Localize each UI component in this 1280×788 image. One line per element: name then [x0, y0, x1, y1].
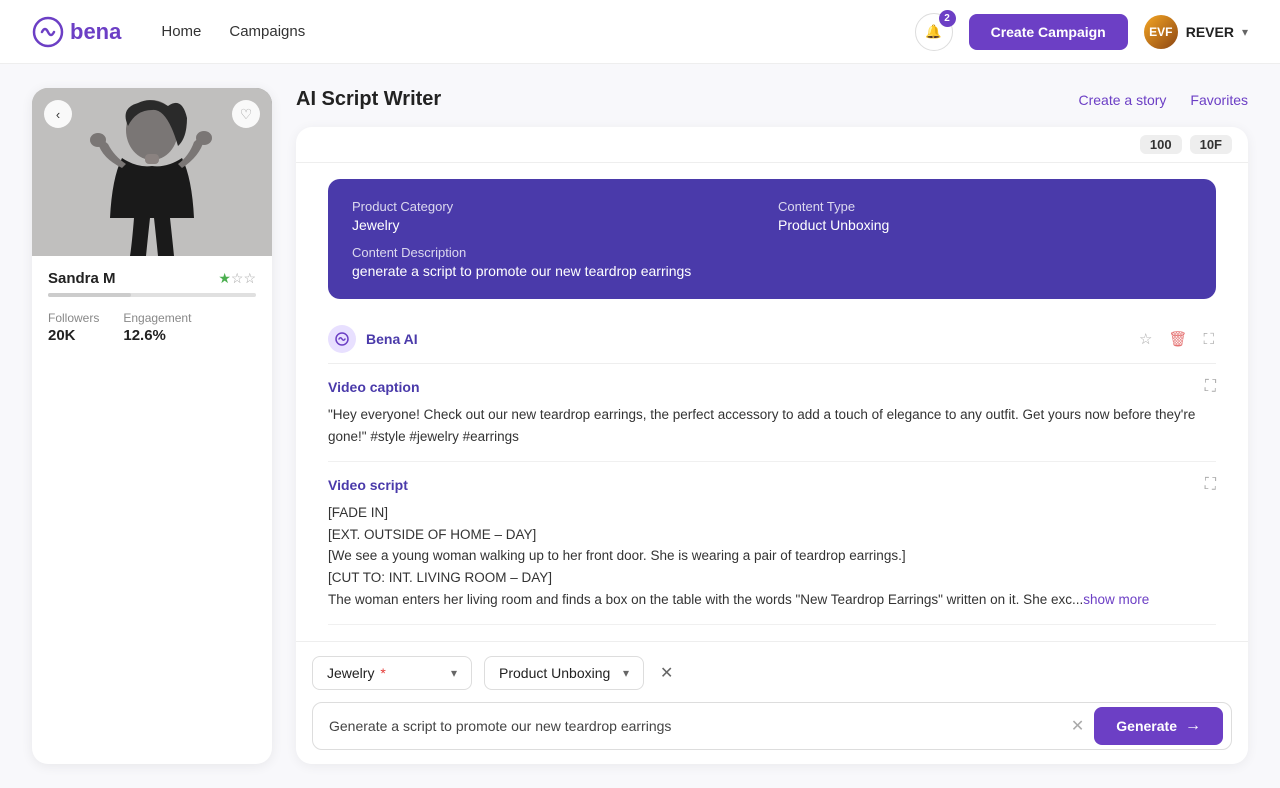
video-script-title: Video script: [328, 477, 408, 493]
delete-action-button[interactable]: 🗑: [1166, 328, 1189, 350]
content-type-dropdown-label: Product Unboxing: [499, 665, 610, 681]
content-type-dropdown[interactable]: Product Unboxing ▾: [484, 656, 644, 690]
nav-home[interactable]: Home: [161, 23, 201, 40]
show-more-link[interactable]: show more: [1083, 592, 1149, 607]
navbar: bena Home Campaigns 🔔 2 Create Campaign …: [0, 0, 1280, 64]
category-dropdown-label: Jewelry *: [327, 665, 386, 681]
followers-value: 20K: [48, 327, 99, 344]
right-panel: AI Script Writer Create a story Favorite…: [296, 88, 1248, 764]
engagement-stat: Engagement 12.6%: [123, 311, 191, 344]
stats-row: Followers 20K Engagement 12.6%: [48, 311, 256, 344]
content-type-label: Content Type: [778, 199, 1192, 214]
required-indicator: *: [376, 665, 385, 681]
ai-icon: [328, 325, 356, 353]
notification-badge: 2: [939, 10, 956, 27]
bell-icon: 🔔: [925, 24, 942, 40]
engagement-value: 12.6%: [123, 327, 191, 344]
ai-message-header: Bena AI ☆ 🗑 ⛶: [328, 315, 1216, 364]
chevron-down-icon: ▾: [1242, 25, 1248, 39]
nav-left: bena Home Campaigns: [32, 16, 305, 48]
user-menu[interactable]: EVF REVER ▾: [1144, 15, 1248, 49]
engagement-label: Engagement: [123, 311, 191, 325]
product-category-value: Jewelry: [352, 217, 766, 233]
nav-campaigns[interactable]: Campaigns: [229, 23, 305, 40]
ai-actions: ☆ 🗑 ⛶: [1137, 328, 1216, 350]
favorite-button[interactable]: ♡: [232, 100, 260, 128]
main-layout: ‹ ♡ Sandra M ★☆☆ Followers 20K Engagemen…: [0, 64, 1280, 788]
expand-action-button[interactable]: ⛶: [1201, 328, 1216, 350]
prompt-input-row: ✕ Generate →: [312, 702, 1232, 750]
script-writer-title: AI Script Writer: [296, 88, 441, 111]
info-grid: Product Category Jewelry Content Type Pr…: [352, 199, 1192, 233]
content-description-value: generate a script to promote our new tea…: [352, 263, 1192, 279]
ai-name-row: Bena AI: [328, 325, 418, 353]
content-type-chevron-icon: ▾: [623, 666, 629, 680]
generate-label: Generate: [1116, 718, 1177, 734]
nav-links: Home Campaigns: [161, 23, 305, 40]
progress-fill: [48, 293, 131, 297]
ai-message: Bena AI ☆ 🗑 ⛶ Video caption ⛶: [328, 315, 1216, 625]
profile-info: Sandra M ★☆☆ Followers 20K Engagement 12…: [32, 256, 272, 358]
profile-stars: ★☆☆: [218, 270, 256, 287]
product-category-label: Product Category: [352, 199, 766, 214]
count-badge-2: 10F: [1190, 135, 1232, 154]
video-script-section: Video script ⛶ [FADE IN] [EXT. OUTSIDE O…: [328, 462, 1216, 625]
user-name: REVER: [1186, 24, 1234, 40]
copy-script-button[interactable]: ⛶: [1205, 476, 1216, 494]
content-description-item: Content Description generate a script to…: [352, 245, 1192, 279]
scroll-area[interactable]: Product Category Jewelry Content Type Pr…: [296, 163, 1248, 641]
profile-name: Sandra M: [48, 270, 116, 287]
content-description-label: Content Description: [352, 245, 1192, 260]
generate-button[interactable]: Generate →: [1094, 707, 1223, 745]
category-dropdown[interactable]: Jewelry * ▾: [312, 656, 472, 690]
header-actions: Create a story Favorites: [1078, 92, 1248, 108]
followers-label: Followers: [48, 311, 99, 325]
followers-stat: Followers 20K: [48, 311, 99, 344]
category-chevron-icon: ▾: [451, 666, 457, 680]
profile-image-wrapper: ‹ ♡: [32, 88, 272, 256]
prompt-input[interactable]: [329, 710, 1061, 742]
star-action-button[interactable]: ☆: [1137, 328, 1154, 350]
profile-card: ‹ ♡ Sandra M ★☆☆ Followers 20K Engagemen…: [32, 88, 272, 764]
content-box: 100 10F Product Category Jewelry Content…: [296, 127, 1248, 764]
video-caption-text: "Hey everyone! Check out our new teardro…: [328, 404, 1216, 447]
dropdowns-row: Jewelry * ▾ Product Unboxing ▾ ✕: [312, 656, 1232, 690]
video-caption-header: Video caption ⛶: [328, 378, 1216, 396]
create-campaign-button[interactable]: Create Campaign: [969, 14, 1128, 50]
clear-dropdowns-button[interactable]: ✕: [656, 659, 677, 687]
video-caption-section: Video caption ⛶ "Hey everyone! Check out…: [328, 364, 1216, 462]
profile-name-row: Sandra M ★☆☆: [48, 270, 256, 287]
video-caption-title: Video caption: [328, 379, 420, 395]
ai-name-label: Bena AI: [366, 331, 418, 347]
back-button[interactable]: ‹: [44, 100, 72, 128]
nav-right: 🔔 2 Create Campaign EVF REVER ▾: [915, 13, 1248, 51]
product-category-item: Product Category Jewelry: [352, 199, 766, 233]
bottom-bar: Jewelry * ▾ Product Unboxing ▾ ✕ ✕ Gener…: [296, 641, 1248, 764]
notifications-button[interactable]: 🔔 2: [915, 13, 953, 51]
clear-input-button[interactable]: ✕: [1071, 716, 1084, 736]
logo-text: bena: [70, 19, 121, 45]
count-badge-1: 100: [1140, 135, 1182, 154]
content-type-item: Content Type Product Unboxing: [778, 199, 1192, 233]
avatar: EVF: [1144, 15, 1178, 49]
content-type-value: Product Unboxing: [778, 217, 1192, 233]
script-header: AI Script Writer Create a story Favorite…: [296, 88, 1248, 111]
copy-caption-button[interactable]: ⛶: [1205, 378, 1216, 396]
info-block: Product Category Jewelry Content Type Pr…: [328, 179, 1216, 299]
content-header: 100 10F: [296, 127, 1248, 163]
video-script-header: Video script ⛶: [328, 476, 1216, 494]
favorites-link[interactable]: Favorites: [1190, 92, 1248, 108]
logo: bena: [32, 16, 121, 48]
video-script-text: [FADE IN] [EXT. OUTSIDE OF HOME – DAY] […: [328, 502, 1216, 610]
progress-bar: [48, 293, 256, 297]
create-story-link[interactable]: Create a story: [1078, 92, 1166, 108]
